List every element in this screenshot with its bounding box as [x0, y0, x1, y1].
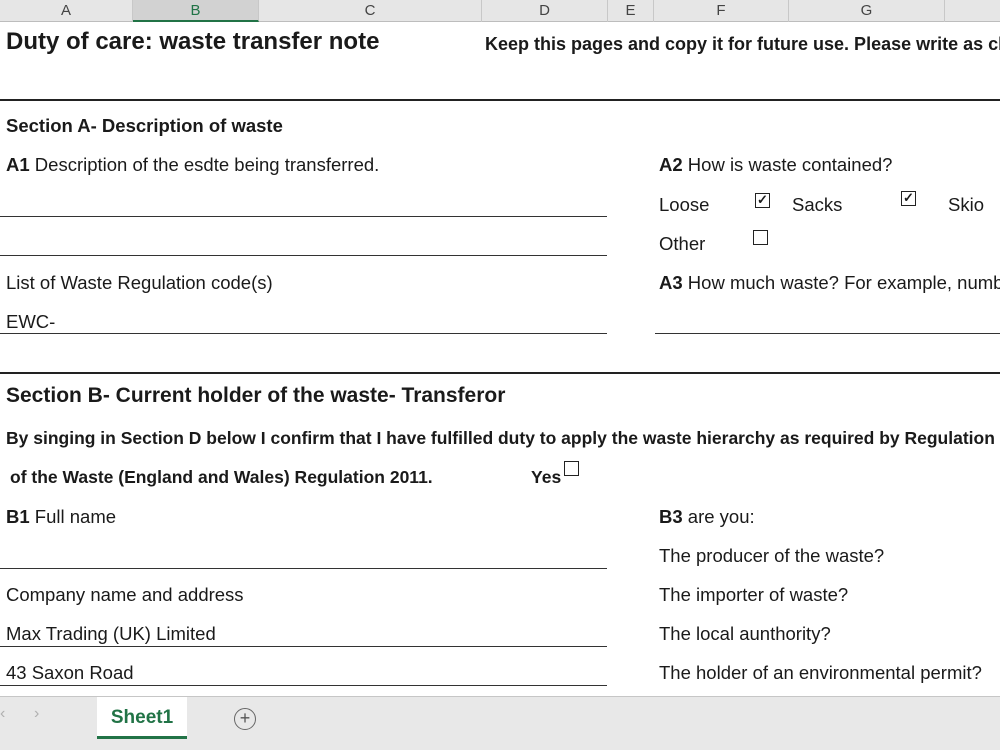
check-mark-icon: ✓ [757, 192, 768, 207]
column-header-c[interactable]: C [259, 0, 482, 22]
a1-text: Description of the esdte being transferr… [29, 154, 380, 175]
worksheet-grid[interactable]: Duty of care: waste transfer note Keep t… [0, 22, 1000, 696]
column-header-f[interactable]: F [654, 0, 789, 22]
a3-text: How much waste? For example, number o [687, 272, 1000, 293]
ewc-label[interactable]: EWC- [6, 311, 55, 333]
column-header-g[interactable]: G [789, 0, 945, 22]
other-checkbox[interactable] [753, 230, 768, 245]
company-name-value[interactable]: Max Trading (UK) Limited [6, 623, 216, 645]
b1-text: Full name [29, 506, 117, 527]
sheet-tab-sheet1[interactable]: Sheet1 [97, 697, 187, 739]
form-instructions[interactable]: Keep this pages and copy it for future u… [485, 34, 1000, 55]
next-sheet-icon[interactable]: › [34, 705, 39, 723]
divider-line [0, 372, 1000, 374]
a1-answer-line-1[interactable] [0, 216, 607, 217]
column-header-b[interactable]: B [133, 0, 259, 22]
b3-text: are you: [682, 506, 755, 527]
column-header-a[interactable]: A [0, 0, 133, 22]
a2-label: A2 [659, 154, 683, 175]
a3-label: A3 [659, 272, 683, 293]
form-title[interactable]: Duty of care: waste transfer note [6, 28, 379, 56]
company-address-label[interactable]: Company name and address [6, 584, 244, 606]
column-header-e[interactable]: E [608, 0, 654, 22]
add-sheet-icon[interactable]: + [234, 708, 256, 730]
b3-option-local-authority[interactable]: The local aunthority? [659, 623, 831, 645]
a1-answer-line-2[interactable] [0, 255, 607, 256]
check-mark-icon: ✓ [903, 190, 914, 205]
a2-question[interactable]: A2 How is waste contained? [659, 154, 892, 176]
column-header-d[interactable]: D [482, 0, 608, 22]
a1-description[interactable]: A1 Description of the esdte being transf… [6, 154, 379, 176]
full-name-answer-line[interactable] [0, 568, 607, 569]
b3-question[interactable]: B3 are you: [659, 506, 755, 528]
a2-text: How is waste contained? [682, 154, 893, 175]
b3-option-permit-holder[interactable]: The holder of an environmental permit? [659, 662, 982, 684]
loose-checkbox[interactable]: ✓ [755, 193, 770, 208]
sheet-tabs-bar: ‹ › Sheet1 + [0, 696, 1000, 750]
confirm-statement-line-1[interactable]: By singing in Section D below I confirm … [6, 428, 995, 449]
b3-label: B3 [659, 506, 683, 527]
confirm-statement-line-2[interactable]: of the Waste (England and Wales) Regulat… [10, 467, 433, 488]
option-other-label[interactable]: Other [659, 233, 705, 255]
option-skip-label[interactable]: Skio [948, 194, 984, 216]
section-a-heading[interactable]: Section A- Description of waste [6, 115, 283, 137]
yes-checkbox[interactable] [564, 461, 579, 476]
section-b-heading[interactable]: Section B- Current holder of the waste- … [6, 384, 505, 408]
b3-option-producer[interactable]: The producer of the waste? [659, 545, 884, 567]
company-answer-line-1[interactable] [0, 646, 607, 647]
a1-label: A1 [6, 154, 30, 175]
yes-label[interactable]: Yes [531, 467, 561, 488]
b3-option-importer[interactable]: The importer of waste? [659, 584, 848, 606]
company-answer-line-2[interactable] [0, 685, 607, 686]
b1-full-name[interactable]: B1 Full name [6, 506, 116, 528]
option-loose-label[interactable]: Loose [659, 194, 709, 216]
column-header-bar: A B C D E F G [0, 0, 1000, 22]
b1-label: B1 [6, 506, 30, 527]
waste-codes-label[interactable]: List of Waste Regulation code(s) [6, 272, 273, 294]
prev-sheet-icon[interactable]: ‹ [0, 705, 5, 723]
a3-question[interactable]: A3 How much waste? For example, number o [659, 272, 1000, 294]
company-address-value[interactable]: 43 Saxon Road [6, 662, 134, 684]
ewc-answer-line[interactable] [0, 333, 607, 334]
a3-answer-line[interactable] [655, 333, 1000, 334]
option-sacks-label[interactable]: Sacks [792, 194, 842, 216]
sacks-checkbox[interactable]: ✓ [901, 191, 916, 206]
divider-line [0, 99, 1000, 101]
column-header-h[interactable] [945, 0, 1000, 22]
